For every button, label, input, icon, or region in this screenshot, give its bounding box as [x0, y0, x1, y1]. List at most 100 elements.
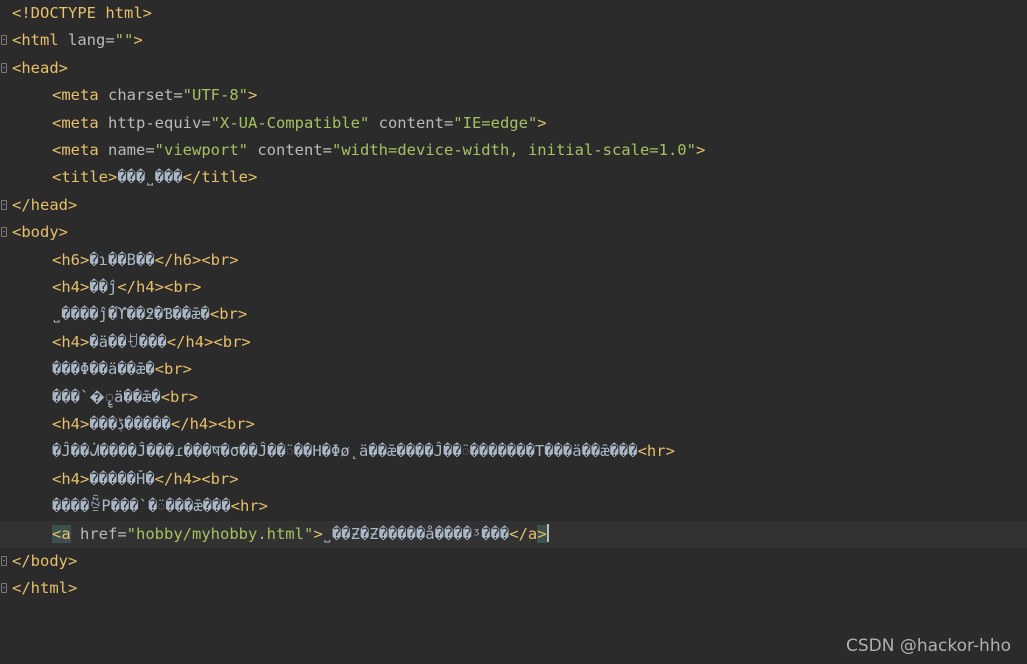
code-token: >: [537, 524, 547, 543]
code-line[interactable]: <a href="hobby/myhobby.html">˽��Ƶ�Ƶ�����…: [0, 520, 1027, 548]
code-line-text: <h4>���ڋ�����</h4><br>: [52, 411, 255, 438]
code-token: <meta: [52, 141, 108, 159]
code-token: >: [133, 31, 143, 50]
code-line-text: <meta charset="UTF-8">: [52, 82, 257, 109]
code-token: href=: [70, 524, 127, 543]
code-line[interactable]: </body>: [0, 548, 1027, 575]
code-token: �ä��ꀀ���: [89, 332, 167, 351]
code-line-text: ˽����ĵ�ϓ��߶�Ɓ��ǣ�<br>: [52, 301, 247, 328]
code-token: </html>: [12, 579, 78, 598]
code-token: >: [537, 113, 547, 132]
code-token: <h4>: [52, 278, 90, 296]
code-token: <meta: [52, 113, 108, 132]
code-token: �����Ȟ�: [89, 469, 155, 488]
code-line-text: <h4>�����Ȟ�</h4><br>: [52, 466, 239, 493]
code-token: ���˽���: [117, 168, 183, 187]
code-line[interactable]: <meta charset="UTF-8">: [0, 82, 1027, 109]
code-line-text: <meta name="viewport" content="width=dev…: [52, 137, 705, 164]
code-line[interactable]: <h4>�ä��ꀀ���</h4><br>: [0, 329, 1027, 356]
code-line-text: <h4>��ĵ</h4><br>: [52, 274, 201, 301]
code-token: ˽��Ƶ�Ƶ�����å����ᶾ���: [322, 524, 510, 543]
code-token: </h4><br>: [170, 415, 255, 433]
code-line[interactable]: <h6>�ɿ��Β��</h6><br>: [0, 247, 1027, 274]
code-token: <title>: [52, 168, 118, 187]
code-token: </h6><br>: [154, 250, 239, 269]
code-token: content=: [369, 113, 454, 132]
code-token: ���Φ��ä��ǣ�: [52, 360, 155, 379]
code-token: <head>: [12, 58, 68, 77]
code-line[interactable]: <h4>���ڋ�����</h4><br>: [0, 411, 1027, 438]
fold-marker-icon[interactable]: [1, 583, 7, 594]
code-token: >: [313, 524, 323, 543]
code-line[interactable]: <head>: [0, 55, 1027, 82]
code-token: "X-UA-Compatible": [210, 113, 370, 132]
code-line[interactable]: <title>���˽���</title>: [0, 164, 1027, 191]
code-line[interactable]: </head>: [0, 192, 1027, 219]
watermark: CSDN @hackor-hho: [845, 636, 1011, 656]
code-line-text: ���Φ��ä��ǣ�<br>: [52, 356, 192, 383]
fold-marker-icon[interactable]: [1, 227, 7, 238]
code-token: ���ڋ�����: [89, 415, 171, 433]
code-token: "": [114, 31, 134, 50]
code-token: ���`�ॄä��ǣ�: [52, 387, 161, 406]
code-line[interactable]: <body>: [0, 219, 1027, 246]
code-token: "viewport": [154, 141, 248, 159]
code-line-text: <h6>�ɿ��Β��</h6><br>: [52, 247, 239, 274]
code-token: </h4><br>: [166, 332, 251, 351]
code-line[interactable]: </html>: [0, 575, 1027, 602]
code-token: lang=: [68, 31, 115, 50]
code-line[interactable]: �Ĵ��ᣬ����Ĵ���ɾ���ष�σ��Ĵ��ᰮ��H�Φø˛ä��ǣ���…: [0, 438, 1027, 465]
code-token: <a: [52, 524, 71, 543]
code-token: >: [247, 86, 258, 105]
code-token: </h4><br>: [154, 469, 239, 488]
text-caret: [546, 523, 549, 542]
code-line-text: </body>: [12, 548, 77, 575]
fold-marker-icon[interactable]: [1, 199, 7, 210]
code-token: <html: [12, 31, 68, 50]
code-line[interactable]: <!DOCTYPE html>: [0, 0, 1027, 27]
code-token: ��ĵ: [89, 278, 118, 296]
code-line-text: �Ĵ��ᣬ����Ĵ���ɾ���ष�σ��Ĵ��ᰮ��H�Φø˛ä��ǣ���…: [52, 438, 675, 465]
code-token: <hr>: [637, 442, 675, 461]
code-token: <!DOCTYPE html>: [12, 4, 152, 22]
code-token: <meta: [52, 86, 108, 105]
code-token: </h4><br>: [117, 278, 202, 296]
code-token: "IE=edge": [453, 113, 538, 132]
code-line-text: <meta http-equiv="X-UA-Compatible" conte…: [52, 110, 547, 137]
code-token: </body>: [12, 552, 78, 570]
code-token: <br>: [154, 360, 192, 379]
code-line[interactable]: <h4>�����Ȟ�</h4><br>: [0, 466, 1027, 493]
fold-marker-icon[interactable]: [1, 35, 7, 46]
code-token: "hobby/myhobby.html": [126, 524, 314, 543]
code-token: name=: [108, 141, 155, 159]
code-line-text: <title>���˽���</title>: [52, 164, 257, 191]
code-line[interactable]: <meta name="viewport" content="width=dev…: [0, 137, 1027, 164]
code-token: <hr>: [230, 497, 268, 516]
code-line[interactable]: ���`�ॄä��ǣ�<br>: [0, 384, 1027, 411]
code-token: <h4>: [52, 332, 90, 351]
code-line-text: <!DOCTYPE html>: [12, 0, 152, 27]
code-line-text: </html>: [12, 575, 77, 602]
code-token: <br>: [209, 305, 248, 324]
code-line-text: </head>: [12, 192, 77, 219]
code-line-text: <h4>�ä��ꀀ���</h4><br>: [52, 329, 251, 356]
code-line[interactable]: <meta http-equiv="X-UA-Compatible" conte…: [0, 110, 1027, 137]
code-line-text: <a href="hobby/myhobby.html">˽��Ƶ�Ƶ�����…: [52, 521, 549, 548]
code-editor[interactable]: <!DOCTYPE html> <html lang=""> <head> <meta…: [0, 0, 1027, 664]
code-line[interactable]: ˽����ĵ�ϓ��߶�Ɓ��ǣ�<br>: [0, 301, 1027, 328]
code-line[interactable]: <h4>��ĵ</h4><br>: [0, 274, 1027, 301]
code-token: </a: [509, 524, 538, 543]
code-token: <h4>: [52, 469, 90, 488]
code-token: <h4>: [52, 415, 90, 433]
code-line-text: ����ꁩΡ���`�ᰮ���ǣ���<hr>: [52, 493, 268, 520]
code-token: ����ꁩΡ���`�ᰮ���ǣ���: [52, 497, 231, 516]
fold-marker-icon[interactable]: [1, 556, 7, 566]
code-token: <br>: [160, 387, 199, 406]
code-line[interactable]: <html lang="">: [0, 27, 1027, 54]
code-line[interactable]: ����ꁩΡ���`�ᰮ���ǣ���<hr>: [0, 493, 1027, 520]
code-line-text: <body>: [12, 219, 68, 246]
code-line[interactable]: ���Φ��ä��ǣ�<br>: [0, 356, 1027, 383]
fold-marker-icon[interactable]: [1, 62, 7, 73]
code-line-text: ���`�ॄä��ǣ�<br>: [52, 384, 198, 411]
code-token: ˽����ĵ�ϓ��߶�Ɓ��ǣ�: [52, 305, 210, 324]
